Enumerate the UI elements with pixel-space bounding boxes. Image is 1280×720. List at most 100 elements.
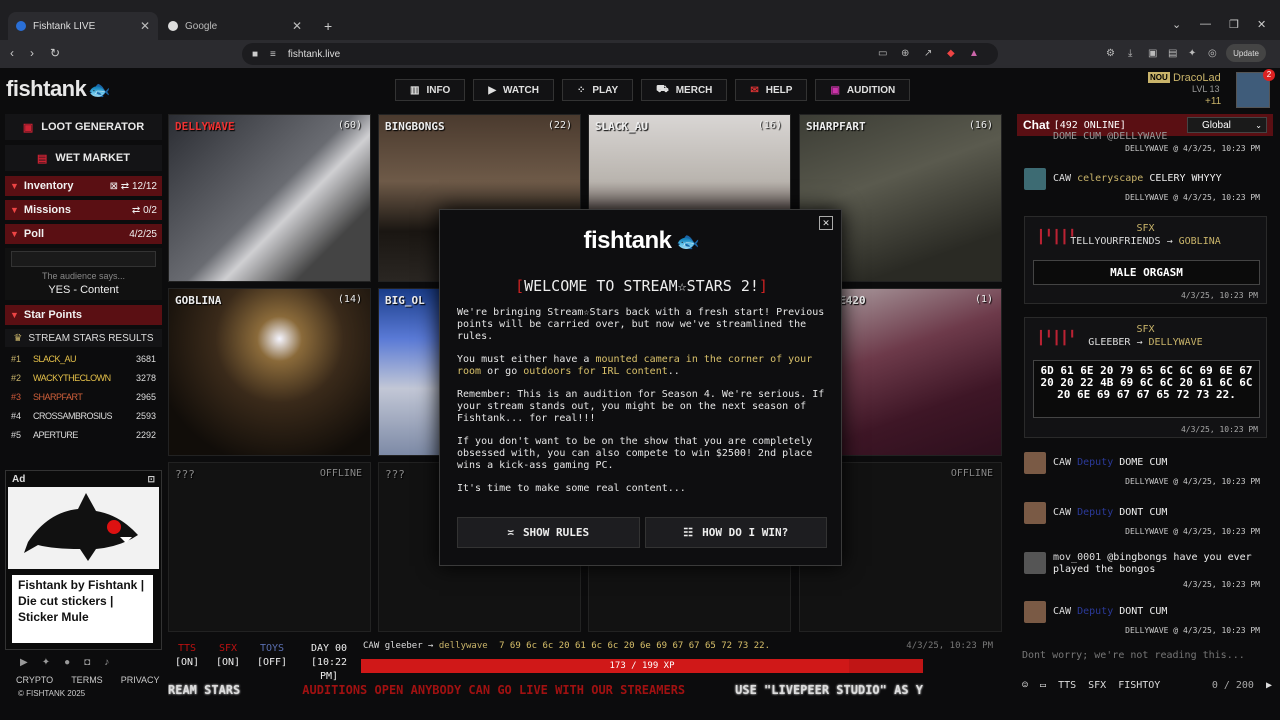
modal-paragraph: If you don't want to be on the show that…: [457, 436, 813, 471]
footer-link[interactable]: PRIVACY: [121, 675, 160, 685]
nav-watch-button[interactable]: ▶ WATCH: [473, 79, 554, 101]
wallet-icon[interactable]: ▤: [1168, 48, 1177, 59]
ad-info-icon[interactable]: ⊡: [147, 474, 155, 485]
emoji-icon[interactable]: ☺: [1022, 680, 1028, 691]
camera-tile[interactable]: DELLYWAVE (60): [168, 114, 371, 282]
avatar[interactable]: [1024, 601, 1046, 623]
site-info-icon[interactable]: ≡: [270, 49, 276, 60]
chat-user[interactable]: Deputy: [1077, 457, 1113, 468]
rewards-icon[interactable]: ▲: [969, 48, 979, 59]
instagram-icon[interactable]: ◘: [84, 657, 90, 668]
news-ticker: REAM STARS AUDITIONS OPEN ANYBODY CAN GO …: [168, 683, 1010, 699]
ad-box[interactable]: Ad ⊡ Fishtank by Fishtank | Die cut stick…: [5, 470, 162, 650]
show-rules-button[interactable]: ≍ SHOW RULES: [457, 517, 640, 548]
viewer-count: OFFLINE: [319, 468, 362, 479]
ad-label: Ad: [12, 473, 26, 485]
poll-header[interactable]: ▼ Poll 4/2/25: [5, 224, 162, 244]
nav-info-button[interactable]: ▥ INFO: [395, 79, 466, 101]
chat-fishtoy-button[interactable]: FISHTOY: [1118, 680, 1160, 691]
brave-shield-icon[interactable]: ◆: [947, 48, 955, 59]
tab-fishtank[interactable]: Fishtank LIVE ✕: [8, 12, 158, 40]
chat-channel-select[interactable]: Global ⌄: [1187, 117, 1267, 133]
wet-market-button[interactable]: ▤ WET MARKET: [5, 145, 162, 171]
tab-search-icon[interactable]: ⌄: [1172, 18, 1181, 31]
footer-link[interactable]: CRYPTO: [16, 675, 53, 685]
main-nav: ▥ INFO ▶ WATCH ⁘ PLAY ⛟ MERCH ✉ HELP ▣ AUDITION: [395, 79, 911, 101]
tiktok-icon[interactable]: ♪: [104, 657, 109, 668]
maximize-icon[interactable]: ❐: [1229, 18, 1239, 31]
browser-tab-bar: Fishtank LIVE ✕ Google ✕ + ⌄ — ❐ ✕: [0, 0, 1280, 40]
inventory-header[interactable]: ▼ Inventory ⊠ ⇄ 12/12: [5, 176, 162, 196]
close-tab-icon[interactable]: ✕: [140, 19, 150, 33]
watch-icon: ▶: [488, 84, 497, 96]
camera-tile[interactable]: GOBLINA (14): [168, 288, 371, 456]
chat-user[interactable]: Deputy: [1077, 606, 1113, 617]
missions-header[interactable]: ▼ Missions ⇄ 0/2: [5, 200, 162, 220]
tab-google[interactable]: Google ✕: [160, 12, 310, 40]
stream-stars-results-button[interactable]: ♛ STREAM STARS RESULTS: [5, 329, 162, 347]
avatar[interactable]: [1024, 452, 1046, 474]
leaderboard-row[interactable]: #3 SHARPFART 2965: [5, 387, 162, 406]
new-tab-icon[interactable]: +: [324, 18, 332, 34]
camera-tile[interactable]: ??? OFFLINE: [168, 462, 371, 632]
extensions-icon[interactable]: ⚙: [1106, 48, 1115, 59]
site-logo[interactable]: fishtank 🐟: [6, 76, 111, 102]
chat-tts-button[interactable]: TTS: [1058, 680, 1076, 691]
poll-input[interactable]: [11, 251, 156, 267]
monitor-icon[interactable]: ▭: [1040, 680, 1046, 691]
puzzle-icon[interactable]: ✦: [1188, 48, 1196, 59]
sidebar-icon[interactable]: ▣: [1148, 48, 1157, 59]
avatar[interactable]: [1024, 168, 1046, 190]
loot-generator-button[interactable]: ▣ LOOT GENERATOR: [5, 114, 162, 140]
tts-toggle[interactable]: TTS [ON]: [172, 642, 202, 670]
chat-user[interactable]: mov_0001: [1053, 552, 1101, 563]
cast-icon[interactable]: ▭: [878, 48, 887, 59]
list-icon: ☷: [683, 526, 694, 539]
avatar[interactable]: 2: [1236, 69, 1275, 108]
back-icon[interactable]: ‹: [10, 46, 14, 60]
nav-help-button[interactable]: ✉ HELP: [735, 79, 808, 101]
forward-icon[interactable]: ›: [30, 46, 34, 60]
twitter-icon[interactable]: ✦: [42, 657, 50, 668]
nav-audition-button[interactable]: ▣ AUDITION: [815, 79, 911, 101]
star-points-header[interactable]: ▼ Star Points: [5, 305, 162, 325]
user-coins: +11: [1205, 96, 1222, 107]
bookmark-icon[interactable]: ■: [252, 49, 258, 60]
user-panel[interactable]: NOU DracoLad LVL 13 +11 2: [1148, 69, 1280, 112]
sfx-toggle[interactable]: SFX [ON]: [212, 642, 244, 670]
chat-input[interactable]: Dont worry; we're not reading this...: [1022, 650, 1272, 666]
leaderboard-row[interactable]: #5 APERTURE 2292: [5, 425, 162, 444]
reload-icon[interactable]: ↻: [50, 46, 60, 60]
update-button[interactable]: Update: [1226, 44, 1266, 62]
close-tab-icon[interactable]: ✕: [292, 19, 302, 33]
avatar[interactable]: [1024, 502, 1046, 524]
how-do-i-win-button[interactable]: ☷ HOW DO I WIN?: [644, 517, 827, 548]
camera-name: SHARPFART: [806, 120, 866, 133]
nav-merch-button[interactable]: ⛟ MERCH: [641, 79, 728, 101]
last-event: CAW gleeber → dellywave 7 69 6c 6c 20 61…: [363, 641, 993, 655]
youtube-icon[interactable]: ▶: [20, 657, 28, 668]
download-icon[interactable]: ⤓: [1128, 48, 1132, 59]
chat-user[interactable]: Deputy: [1077, 507, 1113, 518]
zoom-icon[interactable]: ⊕: [901, 48, 909, 59]
share-icon[interactable]: ↗: [924, 48, 932, 59]
chat-char-count: 0 / 200: [1211, 679, 1254, 691]
toys-toggle[interactable]: TOYS [OFF]: [254, 642, 290, 670]
nav-play-button[interactable]: ⁘ PLAY: [561, 79, 634, 101]
leaderboard-row[interactable]: #4 CROSSAMBROSIUS 2593: [5, 406, 162, 425]
chat-sfx-button[interactable]: SFX: [1088, 680, 1106, 691]
leaderboard-row[interactable]: #1 SLACK_AU 3681: [5, 349, 162, 368]
camera-name: ???: [175, 468, 195, 481]
footer-link[interactable]: TERMS: [71, 675, 103, 685]
leaderboard-row[interactable]: #2 WACKYTHECLOWN 3278: [5, 368, 162, 387]
chat-message: CAW Deputy DOME CUM DELLYWAVE @ 4/3/25, …: [1024, 452, 1270, 492]
ad-image[interactable]: [8, 487, 159, 569]
avatar[interactable]: [1024, 552, 1046, 574]
vpn-icon[interactable]: ◎: [1208, 48, 1217, 59]
chat-line: CAW Deputy DONT CUM: [1053, 606, 1167, 617]
send-icon[interactable]: ▶: [1266, 680, 1272, 691]
close-window-icon[interactable]: ✕: [1257, 18, 1266, 31]
chat-user[interactable]: celeryscape: [1077, 173, 1143, 184]
minimize-icon[interactable]: —: [1200, 18, 1211, 30]
discord-icon[interactable]: ●: [64, 657, 70, 668]
